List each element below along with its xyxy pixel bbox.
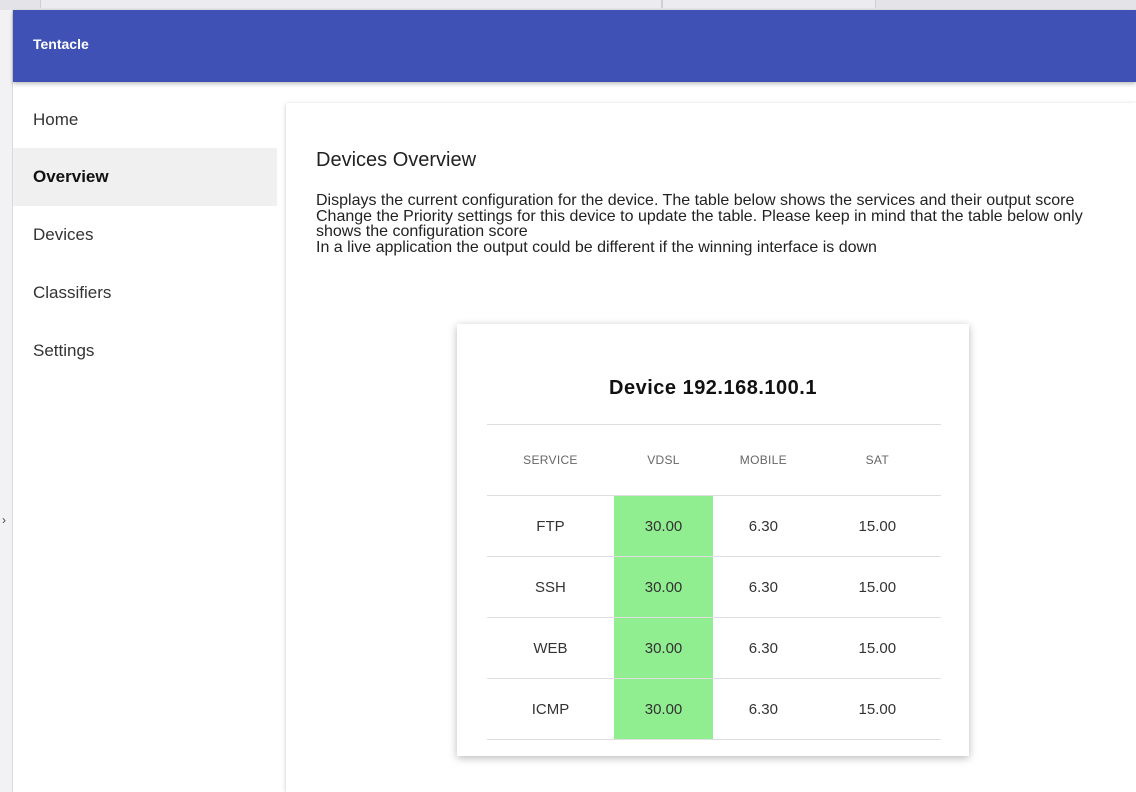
cell-sat: 15.00 xyxy=(813,617,941,679)
column-header-sat: SAT xyxy=(813,424,941,496)
browser-tab[interactable] xyxy=(40,0,662,8)
cell-vdsl-winner: 30.00 xyxy=(613,678,714,740)
sidebar-item-settings[interactable]: Settings xyxy=(13,322,277,380)
sidebar: Home Overview Devices Classifiers Settin… xyxy=(13,92,277,380)
cell-vdsl-winner: 30.00 xyxy=(613,495,714,557)
cell-service: ICMP xyxy=(487,678,614,740)
column-header-mobile: MOBILE xyxy=(713,424,814,496)
column-header-vdsl: VDSL xyxy=(613,424,714,496)
description-line: Displays the current configuration for t… xyxy=(316,192,1075,209)
app-root: Tentacle Home Overview Devices Classifie… xyxy=(13,10,1136,792)
page-description: Displays the current configuration for t… xyxy=(316,193,1126,255)
sidebar-item-label: Devices xyxy=(33,225,94,244)
screen-frame: › Tentacle Home Overview Devices Classif… xyxy=(0,0,1136,792)
sidebar-item-label: Home xyxy=(33,110,79,129)
cell-sat: 15.00 xyxy=(813,556,941,618)
table-header-row: SERVICE VDSL MOBILE SAT xyxy=(487,424,941,496)
cell-mobile: 6.30 xyxy=(713,617,814,679)
table-row: FTP 30.00 6.30 15.00 xyxy=(487,495,941,557)
cell-vdsl-winner: 30.00 xyxy=(613,617,714,679)
left-edge-marker-icon: › xyxy=(2,513,6,527)
cell-vdsl-winner: 30.00 xyxy=(613,556,714,618)
sidebar-item-label: Classifiers xyxy=(33,283,112,302)
sidebar-item-overview[interactable]: Overview xyxy=(13,148,277,206)
column-header-service: SERVICE xyxy=(487,424,614,496)
cell-service: SSH xyxy=(487,556,614,618)
table-row: ICMP 30.00 6.30 15.00 xyxy=(487,678,941,740)
sidebar-item-home[interactable]: Home xyxy=(13,92,277,148)
app-bar: Tentacle xyxy=(13,10,1136,82)
cell-sat: 15.00 xyxy=(813,678,941,740)
table-row: SSH 30.00 6.30 15.00 xyxy=(487,556,941,618)
sidebar-item-label: Overview xyxy=(33,167,109,186)
page-title: Devices Overview xyxy=(316,149,477,171)
table-row: WEB 30.00 6.30 15.00 xyxy=(487,617,941,679)
device-title: Device 192.168.100.1 xyxy=(609,377,817,399)
description-line: In a live application the output could b… xyxy=(316,238,877,256)
sidebar-item-classifiers[interactable]: Classifiers xyxy=(13,264,277,322)
app-title: Tentacle xyxy=(33,36,89,52)
browser-tab[interactable] xyxy=(662,0,876,8)
cell-mobile: 6.30 xyxy=(713,495,814,557)
cell-service: WEB xyxy=(487,617,614,679)
service-score-table: SERVICE VDSL MOBILE SAT FTP 30.00 6.30 1… xyxy=(487,424,941,740)
description-line: Change the Priority settings for this de… xyxy=(316,207,1083,240)
window-left-edge: › xyxy=(0,10,13,792)
overview-card: Devices Overview Displays the current co… xyxy=(286,103,1136,792)
cell-mobile: 6.30 xyxy=(713,556,814,618)
cell-service: FTP xyxy=(487,495,614,557)
cell-mobile: 6.30 xyxy=(713,678,814,740)
sidebar-item-devices[interactable]: Devices xyxy=(13,206,277,264)
sidebar-item-label: Settings xyxy=(33,341,95,360)
device-card: Device 192.168.100.1 SERVICE VDSL MOBILE… xyxy=(457,324,969,756)
cell-sat: 15.00 xyxy=(813,495,941,557)
